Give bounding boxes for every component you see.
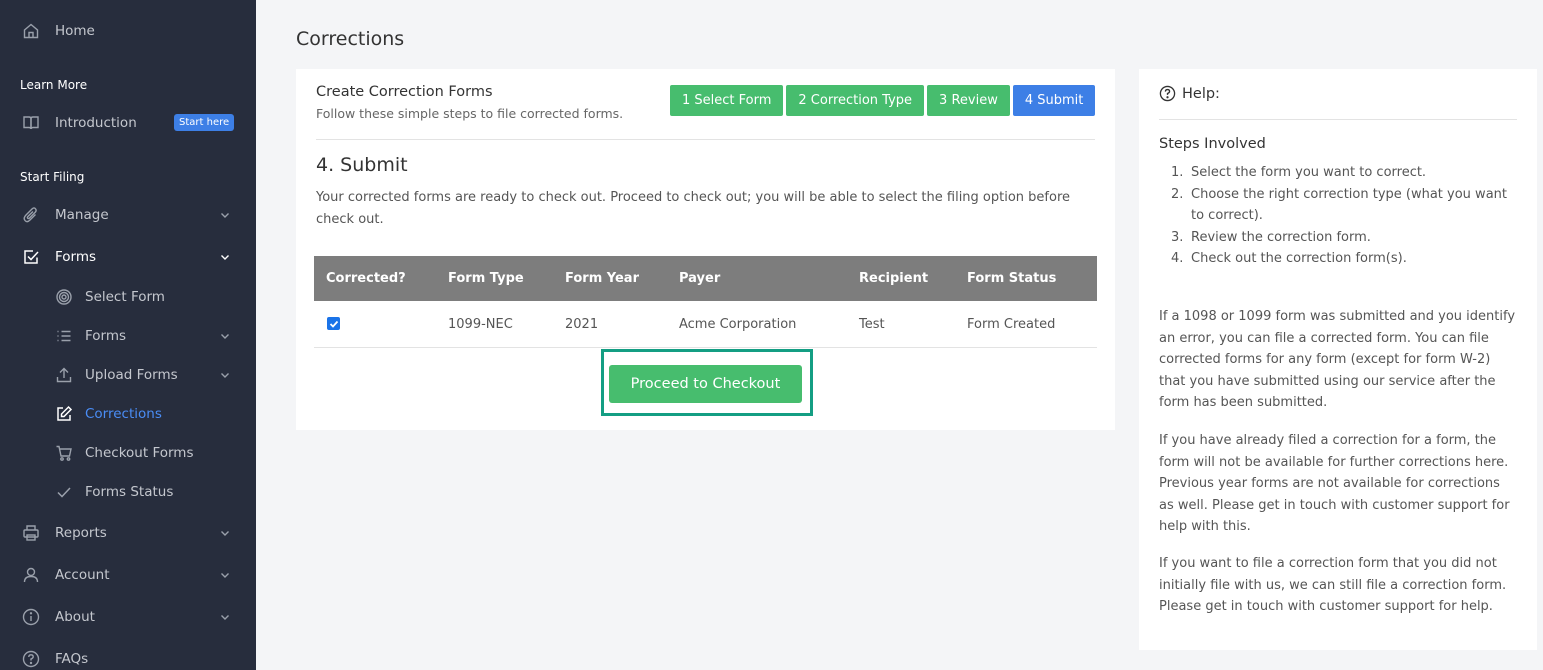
column-header: Corrected? [326,271,406,286]
steps-heading: Steps Involved [1159,136,1266,152]
sidebar-item-label: Introduction [55,115,137,131]
target-icon [54,287,74,307]
book-icon [21,113,41,133]
chevron-down-icon [221,255,229,260]
sidebar-subitem-label: Select Form [85,289,165,305]
upload-icon [54,365,74,385]
corrections-table: Corrected? Form Type Form Year Payer Rec… [314,256,1097,348]
chevron-down-icon [221,213,229,218]
sidebar-item-manage[interactable]: Manage [0,200,256,230]
card-title: Create Correction Forms [316,84,493,100]
sidebar-subitem-label: Upload Forms [85,367,178,383]
question-icon [21,649,41,669]
cell-recipient: Test [859,317,885,332]
column-header: Form Status [967,271,1057,286]
sidebar-subitem-label: Checkout Forms [85,445,194,461]
sidebar-subitem-checkout-forms[interactable]: Checkout Forms [0,439,256,467]
list-item: 4. Check out the correction form(s). [1171,251,1407,266]
help-title: Help: [1182,85,1220,102]
sidebar-subitem-select-form[interactable]: Select Form [0,283,256,311]
chevron-down-icon [221,615,229,620]
cell-payer: Acme Corporation [679,317,797,332]
section-learn-more: Learn More [20,78,88,92]
proceed-to-checkout-button[interactable]: Proceed to Checkout [609,365,802,403]
sidebar-subitem-corrections[interactable]: Corrections [0,400,256,428]
paperclip-icon [21,205,41,225]
step-indicator: 1 Select Form 2 Correction Type 3 Review… [670,85,1096,116]
sidebar-subitem-upload-forms[interactable]: Upload Forms [0,361,256,389]
check-icon [329,320,338,328]
sidebar-item-label: Forms [55,249,97,265]
table-row: 1099-NEC 2021 Acme Corporation Test Form… [314,301,1097,348]
list-item: 1. Select the form you want to correct. [1171,165,1427,180]
start-here-badge[interactable]: Start here [174,114,235,131]
sidebar-item-about[interactable]: About [0,602,256,632]
sidebar-subitem-label: Corrections [85,406,162,422]
question-icon [1159,85,1176,102]
page-title: Corrections [296,28,405,50]
cell-form-type: 1099-NEC [448,317,513,332]
section-start-filing: Start Filing [20,170,85,184]
help-paragraph: If a 1098 or 1099 form was submitted and… [1159,309,1516,410]
list-item: 3. Review the correction form. [1171,229,1371,245]
sidebar-item-label: Account [55,567,110,583]
divider [1159,119,1517,120]
edit-icon [54,404,74,424]
chevron-down-icon [221,573,229,578]
info-icon [21,607,41,627]
section-description: Your corrected forms are ready to check … [316,190,1070,227]
help-paragraph: If you have already filed a correction f… [1159,433,1510,534]
sidebar-subitem-forms-status[interactable]: Forms Status [0,478,256,506]
sidebar-subitem-label: Forms Status [85,484,174,500]
home-icon [21,21,41,41]
sidebar-item-label: FAQs [55,651,89,667]
list-icon [54,326,74,346]
divider [316,139,1095,140]
sidebar-item-reports[interactable]: Reports [0,518,256,548]
user-icon [21,565,41,585]
check-icon [54,482,74,502]
sidebar-item-label: Home [55,23,95,39]
sidebar-item-label: About [55,609,95,625]
sidebar-subitem-label: Forms [85,328,127,344]
checkbox-edit-icon [21,247,41,267]
help-header: Help: [1159,85,1220,102]
sidebar-item-label: Manage [55,207,109,223]
sidebar-item-faqs[interactable]: FAQs [0,644,256,670]
step-correction-type[interactable]: 2 Correction Type [786,85,925,116]
steps-list: 1. Select the form you want to correct. 2… [1171,162,1521,270]
list-item: 2. Choose the right correction type (what… [1171,186,1507,224]
sidebar-item-forms[interactable]: Forms [0,242,256,272]
step-submit[interactable]: 4 Submit [1012,85,1096,116]
corrections-card: Create Correction Forms Follow these sim… [296,69,1115,430]
help-panel: Help: Steps Involved 1. Select the form y… [1139,69,1537,650]
cart-icon [54,443,74,463]
chevron-down-icon [221,334,229,339]
table-header: Corrected? Form Type Form Year Payer Rec… [314,256,1097,301]
corrected-checkbox[interactable] [327,317,340,330]
help-paragraph: If you want to file a correction form th… [1159,556,1507,614]
card-subtitle: Follow these simple steps to file correc… [316,106,624,121]
sidebar-subitem-forms[interactable]: Forms [0,322,256,350]
printer-icon [21,523,41,543]
sidebar-item-home[interactable]: Home [0,16,256,46]
chevron-down-icon [221,531,229,536]
step-review[interactable]: 3 Review [927,85,1010,116]
cell-form-status: Form Created [967,317,1056,332]
column-header: Recipient [859,271,929,286]
section-heading: 4. Submit [316,154,408,176]
column-header: Payer [679,271,721,286]
column-header: Form Type [448,271,524,286]
chevron-down-icon [221,373,229,378]
sidebar: Home Learn More Introduction Start here … [0,0,256,670]
sidebar-item-account[interactable]: Account [0,560,256,590]
sidebar-item-introduction[interactable]: Introduction Start here [0,108,256,138]
sidebar-item-label: Reports [55,525,107,541]
cell-form-year: 2021 [565,317,599,332]
step-select-form[interactable]: 1 Select Form [670,85,784,116]
column-header: Form Year [565,271,639,286]
